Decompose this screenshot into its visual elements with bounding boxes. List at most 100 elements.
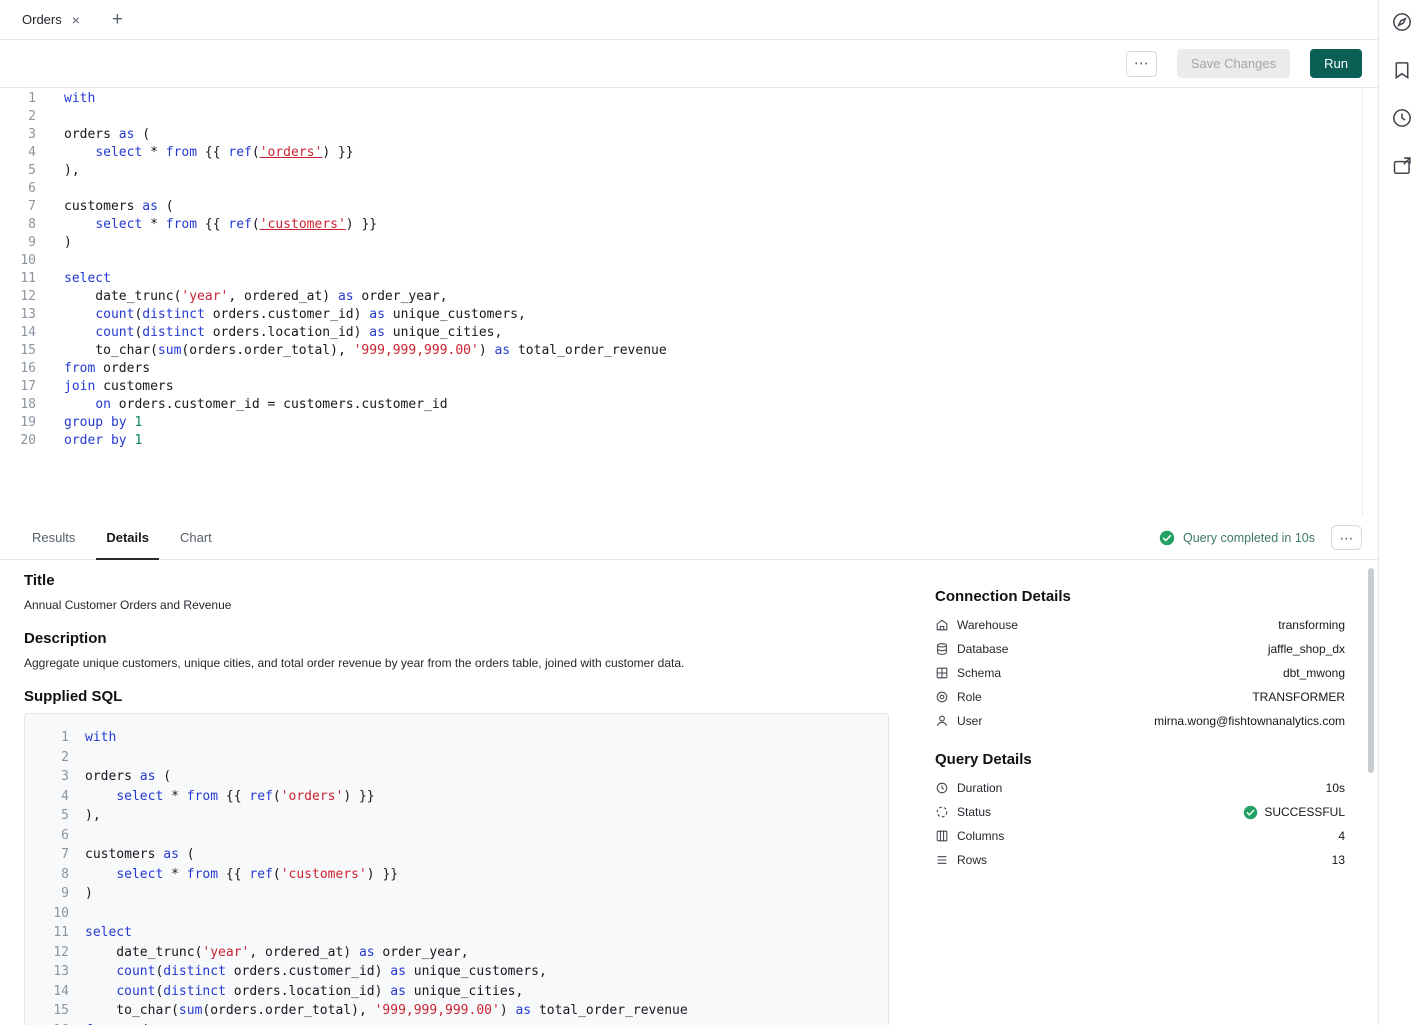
code-line: 3orders as (	[37, 767, 876, 787]
row-value: jaffle_shop_dx	[1268, 642, 1345, 656]
code-line: 11select	[0, 270, 1378, 288]
code-token: unique_cities,	[406, 984, 523, 999]
code-line: 15 to_char(sum(orders.order_total), '999…	[37, 1001, 876, 1021]
run-button[interactable]: Run	[1310, 49, 1362, 78]
row-value: mirna.wong@fishtownanalytics.com	[1154, 714, 1345, 728]
code-token: (	[273, 789, 281, 804]
code-line: 19group by 1	[0, 414, 1378, 432]
code-token: )	[500, 1003, 516, 1018]
code-line: 11select	[37, 923, 876, 943]
new-tab-button[interactable]: +	[106, 9, 129, 31]
line-number: 7	[0, 198, 36, 216]
code-token: orders.location_id)	[226, 984, 390, 999]
code-line: 7customers as (	[37, 845, 876, 865]
code-token: 1	[134, 433, 142, 448]
code-token: to_char(	[85, 1003, 179, 1018]
code-line: 16from orders	[0, 360, 1378, 378]
ref-link[interactable]: 'customers'	[260, 217, 346, 232]
query-row-columns: Columns 4	[935, 824, 1345, 848]
code-token: from	[166, 145, 197, 160]
code-token: as	[119, 127, 135, 142]
code-token: ref	[249, 867, 272, 882]
line-number: 1	[0, 90, 36, 108]
open-panel-icon[interactable]	[1391, 155, 1413, 177]
line-number: 2	[37, 748, 69, 768]
ref-link[interactable]: 'orders'	[260, 145, 323, 160]
code-token: unique_cities,	[385, 325, 502, 340]
code-token: count	[95, 325, 134, 340]
code-token: 'year'	[202, 945, 249, 960]
code-token: as	[369, 307, 385, 322]
query-status-text: Query completed in 10s	[1183, 531, 1315, 545]
code-line: 13 count(distinct orders.customer_id) as…	[37, 962, 876, 982]
tab-chart[interactable]: Chart	[170, 516, 222, 559]
code-token: , ordered_at)	[249, 945, 359, 960]
code-line: 2	[37, 748, 876, 768]
code-token: as	[359, 945, 375, 960]
code-token: {{	[197, 217, 228, 232]
code-token: )	[479, 343, 495, 358]
results-more-button[interactable]: ⋯	[1331, 525, 1362, 550]
code-token: as	[369, 325, 385, 340]
line-number: 13	[0, 306, 36, 324]
code-line: 17join customers	[0, 378, 1378, 396]
code-token: select	[85, 925, 132, 940]
more-options-button[interactable]: ⋯	[1126, 51, 1157, 77]
code-token: (	[252, 145, 260, 160]
code-token: with	[64, 91, 95, 106]
code-token: as	[338, 289, 354, 304]
supplied-sql-heading: Supplied SQL	[24, 688, 889, 705]
code-token: {{	[218, 867, 249, 882]
tab-results[interactable]: Results	[22, 516, 85, 559]
code-line: 9)	[37, 884, 876, 904]
details-scrollbar[interactable]	[1368, 568, 1374, 773]
bookmark-icon[interactable]	[1391, 59, 1413, 81]
query-details-heading: Query Details	[935, 751, 1345, 768]
columns-icon	[935, 829, 949, 843]
sql-editor[interactable]: 1with23orders as (4 select * from {{ ref…	[0, 88, 1378, 516]
code-line: 13 count(distinct orders.customer_id) as…	[0, 306, 1378, 324]
copilot-compass-icon[interactable]	[1391, 11, 1413, 33]
code-token: order_year,	[354, 289, 448, 304]
success-check-icon	[1159, 530, 1175, 546]
line-number: 16	[0, 360, 36, 378]
code-token: (	[134, 127, 150, 142]
line-number: 7	[37, 845, 69, 865]
title-value: Annual Customer Orders and Revenue	[24, 597, 889, 613]
row-value: 13	[1332, 853, 1345, 867]
code-line: 6	[0, 180, 1378, 198]
user-icon	[935, 714, 949, 728]
code-token: as	[142, 199, 158, 214]
code-token: (	[158, 199, 174, 214]
details-pane: Title Annual Customer Orders and Revenue…	[0, 560, 913, 1025]
code-token: orders.customer_id)	[205, 307, 369, 322]
results-tab-bar: Results Details Chart Query completed in…	[0, 516, 1378, 560]
tab-details[interactable]: Details	[96, 516, 159, 559]
query-row-rows: Rows 13	[935, 848, 1345, 872]
code-token: count	[95, 307, 134, 322]
code-token: orders.customer_id)	[226, 964, 390, 979]
code-token: ref	[228, 217, 251, 232]
editor-toolbar: ⋯ Save Changes Run	[0, 40, 1378, 88]
code-token: orders.customer_id = customers.customer_…	[111, 397, 448, 412]
row-label: Role	[957, 690, 982, 704]
tab-orders[interactable]: Orders ×	[10, 0, 92, 39]
code-line: 12 date_trunc('year', ordered_at) as ord…	[0, 288, 1378, 306]
code-token: 'orders'	[281, 789, 344, 804]
row-label: Schema	[957, 666, 1001, 680]
code-line: 1 with	[0, 90, 1378, 108]
close-tab-icon[interactable]: ×	[72, 13, 80, 27]
line-number: 11	[0, 270, 36, 288]
code-token: customers	[64, 199, 142, 214]
line-number: 16	[37, 1021, 69, 1025]
line-number: 9	[37, 884, 69, 904]
database-icon	[935, 642, 949, 656]
row-value: dbt_mwong	[1283, 666, 1345, 680]
history-icon[interactable]	[1391, 107, 1413, 129]
code-line: 5),	[0, 162, 1378, 180]
description-heading: Description	[24, 630, 889, 647]
save-changes-button[interactable]: Save Changes	[1177, 49, 1290, 78]
tab-orders-label: Orders	[22, 12, 62, 27]
code-line: 10	[37, 904, 876, 924]
editor-tab-bar: Orders × +	[0, 0, 1378, 40]
